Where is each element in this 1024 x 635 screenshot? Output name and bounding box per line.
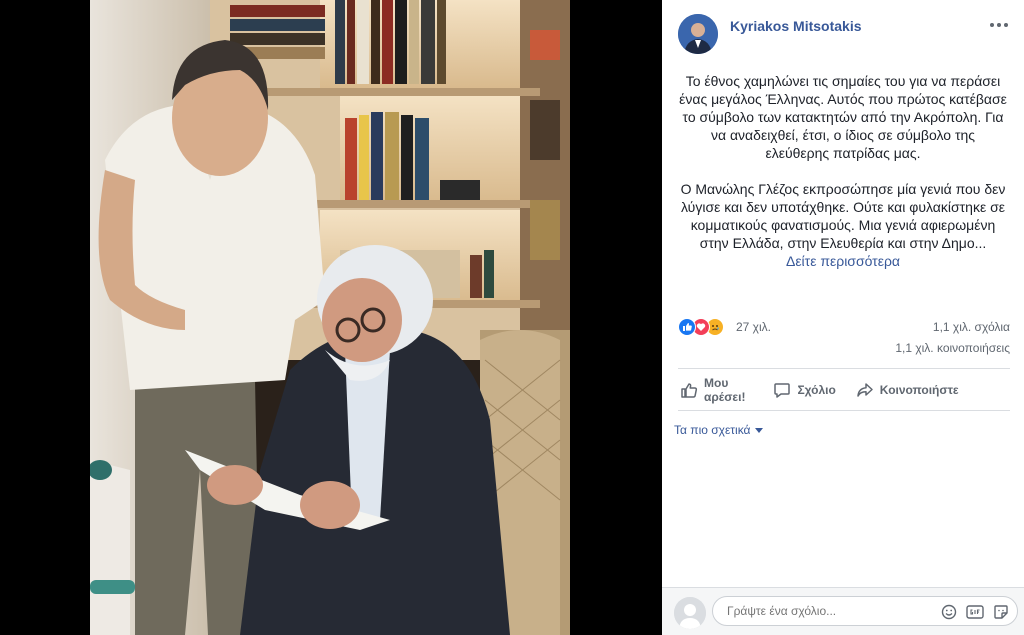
- user-avatar: [674, 597, 706, 629]
- reactions-count[interactable]: 27 χιλ.: [736, 320, 771, 334]
- photo-viewer: Kyriakos Mitsotakis Το έθνος χαμηλώνει τ…: [0, 0, 1024, 635]
- divider: [678, 410, 1010, 411]
- comment-sort-label: Τα πιο σχετικά: [674, 423, 751, 437]
- comment-bubble-icon: [774, 383, 791, 398]
- post-photo[interactable]: [90, 0, 570, 635]
- more-icon[interactable]: [988, 18, 1010, 32]
- divider: [678, 368, 1010, 369]
- share-arrow-icon: [857, 383, 873, 397]
- like-label-line1: Μου: [704, 376, 729, 390]
- post-text: Το έθνος χαμηλώνει τις σημαίες του για ν…: [678, 72, 1008, 270]
- like-reaction-icon: [678, 318, 696, 336]
- comment-bar: [662, 587, 1024, 635]
- author-name[interactable]: Kyriakos Mitsotakis: [730, 18, 862, 34]
- reaction-icons[interactable]: [678, 318, 724, 336]
- caret-down-icon: [754, 428, 763, 434]
- photo-area: [0, 0, 662, 635]
- post-header: Kyriakos Mitsotakis: [678, 14, 1010, 58]
- comments-count[interactable]: 1,1 χιλ. σχόλια: [933, 320, 1010, 334]
- comment-tools: [940, 603, 1010, 621]
- photo-illustration: [90, 0, 570, 635]
- like-label: Μου αρέσει!: [704, 376, 745, 404]
- reactions-summary: 27 χιλ. 1,1 χιλ. σχόλια: [678, 318, 1010, 338]
- see-more-link[interactable]: Δείτε περισσότερα: [678, 252, 1008, 270]
- share-button[interactable]: Κοινοποιήστε: [846, 381, 969, 399]
- emoji-icon[interactable]: [940, 603, 958, 621]
- author-avatar[interactable]: [678, 14, 718, 54]
- thumbs-up-icon: [681, 383, 698, 398]
- action-bar: Μου αρέσει! Σχόλιο Κοινοποιήστε: [670, 372, 1010, 408]
- post-side-panel: Kyriakos Mitsotakis Το έθνος χαμηλώνει τ…: [662, 0, 1024, 635]
- like-label-line2: αρέσει!: [704, 390, 746, 404]
- share-label: Κοινοποιήστε: [879, 383, 959, 397]
- like-button[interactable]: Μου αρέσει!: [670, 376, 755, 404]
- comment-label: Σχόλιο: [797, 383, 836, 397]
- comment-button[interactable]: Σχόλιο: [763, 381, 845, 399]
- post-paragraph-1: Το έθνος χαμηλώνει τις σημαίες του για ν…: [679, 73, 1007, 161]
- comment-sort-dropdown[interactable]: Τα πιο σχετικά: [674, 423, 763, 437]
- shares-count[interactable]: 1,1 χιλ. κοινοποιήσεις: [895, 341, 1010, 355]
- sticker-icon[interactable]: [992, 603, 1010, 621]
- post-paragraph-2: Ο Μανώλης Γλέζος εκπροσώπησε μία γενιά π…: [680, 181, 1006, 251]
- gif-icon[interactable]: [966, 603, 984, 621]
